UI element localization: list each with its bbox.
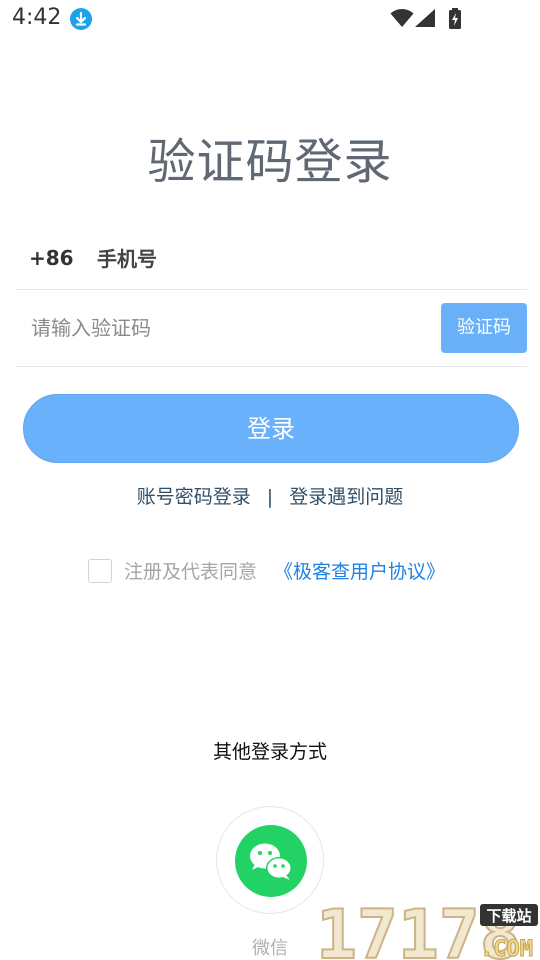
phone-row: +86 xyxy=(15,236,527,290)
country-code[interactable]: +86 xyxy=(29,246,74,270)
code-row: 验证码 xyxy=(15,291,527,366)
wechat-icon xyxy=(235,825,307,897)
link-separator: | xyxy=(266,486,274,508)
agreement-checkbox[interactable] xyxy=(88,559,112,583)
status-bar: 4:42 xyxy=(0,0,540,38)
agreement-text: 注册及代表同意 xyxy=(124,561,258,583)
wifi-icon xyxy=(390,9,414,27)
account-password-login-link[interactable]: 账号密码登录 xyxy=(137,482,251,509)
wechat-login-button[interactable] xyxy=(216,806,324,914)
divider xyxy=(15,289,527,290)
page-title: 验证码登录 xyxy=(147,134,393,190)
login-screen: 4:42 验证码登录 +86 手机号 请输入验证码 验证码 登录 账号密码登录 … xyxy=(0,0,540,960)
other-login-heading: 其他登录方式 xyxy=(212,741,327,763)
secondary-links: 账号密码登录 | 登录遇到问题 xyxy=(0,482,540,509)
user-agreement-link[interactable]: 《极客查用户协议》 xyxy=(274,557,445,584)
battery-icon xyxy=(449,8,461,29)
site-watermark-logo: 17178 下载站 .COM xyxy=(316,898,538,960)
signal-icon xyxy=(415,9,435,27)
get-code-button[interactable]: 验证码 xyxy=(441,303,527,353)
verification-code-input[interactable] xyxy=(29,309,413,347)
login-button[interactable]: 登录 xyxy=(23,394,519,463)
login-problem-link[interactable]: 登录遇到问题 xyxy=(289,482,403,509)
watermark-tag: 下载站 xyxy=(486,907,531,925)
phone-input[interactable] xyxy=(95,240,499,278)
divider xyxy=(15,366,527,367)
status-time: 4:42 xyxy=(12,5,62,30)
watermark-domain: .COM xyxy=(480,937,533,960)
download-icon xyxy=(70,8,92,30)
